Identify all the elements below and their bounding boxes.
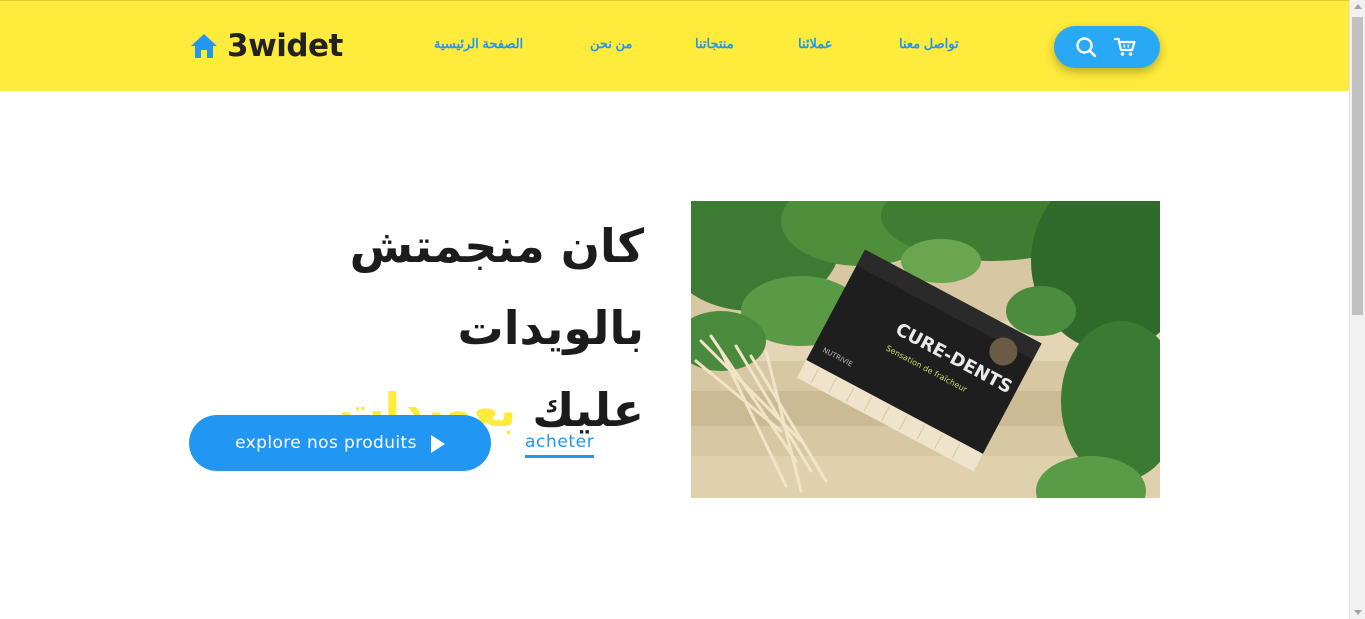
hero-title-line1: كان منجمتش بالويدات (349, 219, 644, 355)
scroll-down-arrow-icon[interactable] (1354, 610, 1362, 615)
buy-link[interactable]: acheter (525, 432, 595, 458)
site-header: 3widet الصفحة الرئيسية من نحن منتجاتنا ع… (0, 0, 1349, 91)
nav-item-contact[interactable]: تواصل معنا (899, 36, 959, 52)
nav-item-clients[interactable]: عملائنا (798, 36, 833, 52)
cart-icon[interactable] (1114, 36, 1136, 58)
scroll-up-arrow-icon[interactable] (1354, 4, 1362, 9)
nav-item-about[interactable]: من نحن (590, 36, 632, 52)
scrollbar-thumb[interactable] (1352, 17, 1363, 315)
play-icon (430, 435, 445, 453)
page: 3widet الصفحة الرئيسية من نحن منتجاتنا ع… (0, 0, 1349, 619)
explore-products-button[interactable]: explore nos produits (189, 415, 491, 471)
toothpick-box-photo: CURE-DENTS Sensation de fraîcheur NUTRIV… (691, 201, 1160, 498)
product-image: CURE-DENTS Sensation de fraîcheur NUTRIV… (691, 201, 1160, 498)
nav-item-products[interactable]: منتجاتنا (695, 36, 734, 52)
vertical-scrollbar[interactable] (1349, 0, 1365, 619)
header-action-bar (1054, 26, 1160, 68)
nav-item-home[interactable]: الصفحة الرئيسية (434, 36, 523, 52)
explore-products-label: explore nos produits (235, 433, 417, 453)
search-icon[interactable] (1075, 36, 1097, 58)
hero-title-line2-dark: عليك (532, 383, 644, 437)
